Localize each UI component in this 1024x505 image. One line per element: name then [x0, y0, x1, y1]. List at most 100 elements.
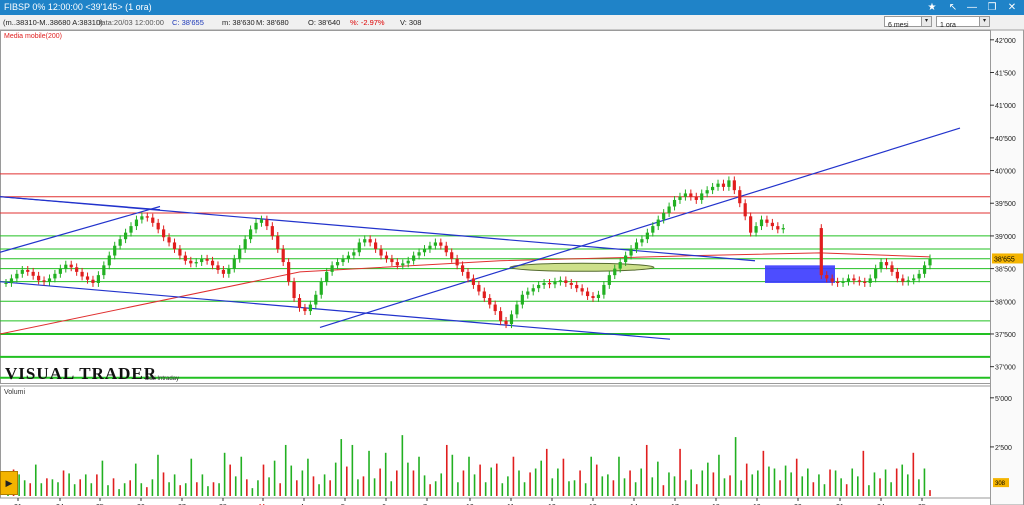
candle-body — [585, 291, 590, 297]
candle — [64, 260, 68, 273]
candle-body — [488, 298, 492, 305]
candle-body — [607, 275, 611, 285]
candle — [765, 215, 769, 227]
candle-body — [303, 307, 307, 312]
y-tick-label: 41'500 — [995, 70, 1016, 77]
candle — [694, 192, 698, 204]
volume-bar — [468, 456, 470, 496]
candle — [395, 258, 399, 270]
volume-bar — [590, 456, 592, 496]
volume-bar — [823, 484, 826, 496]
volume-bar — [851, 468, 854, 496]
volume-bar — [645, 444, 648, 496]
volume-bar — [395, 470, 398, 496]
y-tick-label: 37'500 — [995, 332, 1016, 339]
volume-bar — [173, 474, 176, 496]
candle — [37, 271, 41, 285]
candle — [460, 261, 465, 276]
pin-icon[interactable]: ↖ — [945, 1, 961, 14]
candle — [248, 225, 253, 244]
candle-body — [493, 304, 497, 312]
expand-panel-button[interactable]: ▶ — [0, 471, 18, 495]
volume-bar — [651, 477, 654, 496]
volume-bar — [68, 473, 70, 496]
star-icon[interactable]: ★ — [924, 1, 940, 14]
volume-bar — [423, 475, 426, 496]
price-chart[interactable]: 42'000 41'500 41'000 40'500 40'000 39'500 39'0… — [0, 30, 1024, 505]
candle-body — [352, 252, 356, 256]
candle — [890, 261, 894, 276]
volume-bar — [418, 456, 420, 496]
candle-body — [738, 190, 742, 204]
candle-body — [368, 239, 372, 243]
candle — [162, 225, 166, 242]
candle-body — [428, 245, 432, 249]
volume-bar — [584, 483, 587, 496]
candle — [319, 277, 323, 299]
volume-bar — [801, 476, 804, 496]
minimize-icon[interactable]: — — [964, 1, 980, 14]
candle — [47, 274, 52, 286]
candle-body — [37, 275, 41, 281]
candle — [20, 265, 24, 278]
y-tick-label: 38'000 — [995, 299, 1016, 306]
candle — [238, 245, 242, 263]
volume-bar — [373, 478, 376, 496]
candle — [558, 276, 562, 286]
candle — [716, 179, 720, 191]
volume-bar — [690, 469, 692, 496]
volume-bar — [323, 474, 326, 496]
candle — [341, 254, 345, 266]
volume-bar — [268, 477, 270, 496]
candle-body — [254, 222, 258, 230]
candle-body — [42, 280, 46, 282]
candle — [531, 284, 535, 296]
volume-bar — [812, 482, 815, 496]
period-select[interactable]: 6 mesi ▾ — [884, 16, 932, 29]
candle — [482, 287, 486, 302]
volume-bar — [718, 454, 720, 496]
volume-bar — [40, 483, 43, 496]
candle-body — [705, 190, 709, 194]
candle-body — [259, 219, 264, 223]
candle — [689, 189, 693, 201]
candle — [700, 189, 704, 204]
candle — [759, 215, 764, 231]
candle-body — [754, 226, 758, 233]
candle — [374, 238, 378, 253]
volume-bar — [807, 468, 809, 496]
restore-icon[interactable]: ❐ — [984, 1, 1000, 14]
volume-bar — [312, 476, 315, 496]
candle — [259, 215, 264, 227]
volume-bar — [334, 462, 337, 496]
candle — [678, 192, 682, 204]
candle-body — [450, 252, 454, 259]
candle-body — [238, 248, 242, 259]
volume-bar — [795, 458, 798, 496]
candle — [607, 271, 611, 289]
volume-bar — [818, 474, 820, 496]
volume-bar — [707, 462, 709, 496]
candle-body — [4, 282, 8, 284]
candle-body — [210, 260, 215, 266]
candle-body — [770, 222, 774, 227]
volume-bar — [906, 474, 909, 496]
candle-body — [75, 267, 79, 272]
candle — [683, 189, 688, 201]
candle-body — [743, 203, 747, 217]
candle-body — [363, 239, 367, 243]
volume-bar — [829, 469, 831, 496]
candle — [384, 251, 389, 263]
candle — [906, 276, 910, 286]
volume-bar — [657, 461, 659, 496]
volume-bar — [368, 450, 370, 496]
candle-body — [96, 275, 100, 283]
candle — [379, 245, 383, 260]
candle-body — [928, 258, 932, 266]
close-icon[interactable]: ✕ — [1004, 1, 1020, 14]
volume-bar — [229, 464, 231, 496]
candle-body — [15, 273, 19, 279]
volume-bar — [501, 483, 504, 496]
interval-select[interactable]: 1 ora ▾ — [936, 16, 990, 29]
candle-body — [270, 226, 274, 236]
